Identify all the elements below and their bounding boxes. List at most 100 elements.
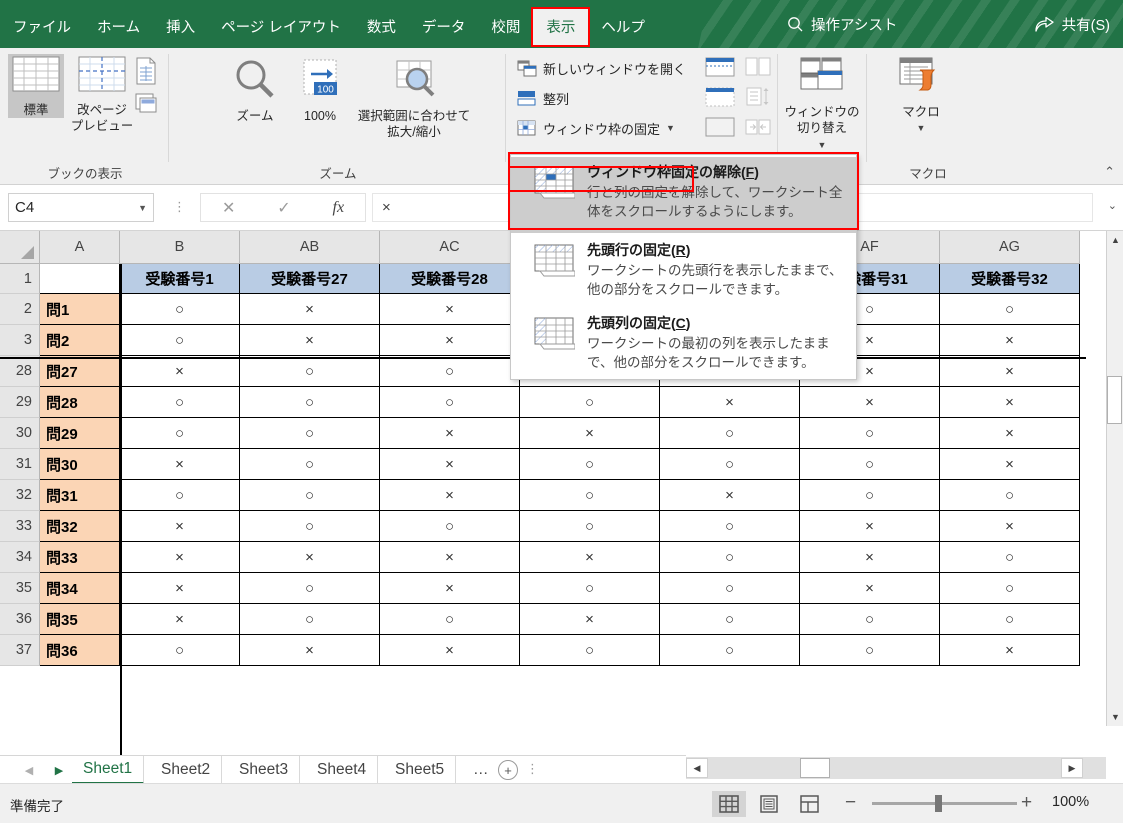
grid-cell-answer[interactable]: ×: [380, 418, 520, 449]
grid-cell-answer[interactable]: ×: [940, 356, 1080, 387]
grid-cell-answer[interactable]: ○: [520, 573, 660, 604]
row-header-28[interactable]: 28: [0, 356, 40, 387]
grid-cell-answer[interactable]: ○: [940, 604, 1080, 635]
grid-cell-answer[interactable]: ×: [120, 511, 240, 542]
grid-cell-answer[interactable]: ×: [940, 635, 1080, 666]
page-layout-view-button[interactable]: [133, 56, 161, 82]
scroll-right-button[interactable]: ▶: [1061, 758, 1083, 778]
normal-view-status-button[interactable]: [712, 791, 746, 817]
zoom-button[interactable]: ズーム: [223, 56, 287, 124]
row-header-36[interactable]: 36: [0, 604, 40, 635]
column-header-B[interactable]: B: [120, 231, 240, 264]
grid-cell-answer[interactable]: ○: [240, 356, 380, 387]
name-box[interactable]: C4 ▼: [8, 193, 154, 222]
page-break-preview-button[interactable]: 改ページプレビュー: [66, 54, 138, 134]
grid-cell-question-label[interactable]: 問33: [40, 542, 120, 573]
sheet-tab-Sheet3[interactable]: Sheet3: [228, 756, 300, 784]
grid-cell-answer[interactable]: ×: [240, 325, 380, 356]
synchronous-scrolling-button[interactable]: [744, 86, 774, 110]
previous-sheet-button[interactable]: ◀: [18, 760, 40, 780]
zoom-slider-handle[interactable]: [935, 795, 942, 812]
grid-cell-question-label[interactable]: 問29: [40, 418, 120, 449]
grid-cell-answer[interactable]: ×: [800, 511, 940, 542]
horizontal-scrollbar[interactable]: ◀ ▶: [686, 757, 1106, 779]
grid-cell-answer[interactable]: ×: [380, 294, 520, 325]
grid-cell-answer[interactable]: ○: [660, 635, 800, 666]
row-header-2[interactable]: 2: [0, 294, 40, 325]
expand-formula-bar-button[interactable]: ⌄: [1108, 199, 1117, 212]
formula-bar-grip[interactable]: ⋮: [173, 199, 186, 215]
grid-cell-question-label[interactable]: 問27: [40, 356, 120, 387]
grid-cell-answer[interactable]: ○: [800, 418, 940, 449]
grid-cell-answer[interactable]: ○: [520, 511, 660, 542]
unhide-window-button[interactable]: [704, 116, 738, 140]
column-header-AB[interactable]: AB: [240, 231, 380, 264]
grid-cell-empty[interactable]: [40, 264, 120, 294]
grid-cell-answer[interactable]: ○: [380, 604, 520, 635]
grid-cell-answer[interactable]: ○: [520, 387, 660, 418]
share-button[interactable]: 共有(S): [1035, 10, 1110, 38]
vertical-scroll-thumb[interactable]: [1107, 376, 1122, 424]
zoom-100-button[interactable]: 100 100%: [289, 56, 351, 124]
ribbon-tab-0[interactable]: ファイル: [0, 8, 84, 46]
arrange-all-button[interactable]: 整列: [514, 86, 572, 110]
add-sheet-button[interactable]: +: [498, 760, 518, 780]
grid-cell-answer[interactable]: ○: [120, 418, 240, 449]
grid-cell-answer[interactable]: ○: [120, 294, 240, 325]
grid-cell-answer[interactable]: ○: [940, 480, 1080, 511]
hide-window-button[interactable]: [704, 86, 738, 110]
ribbon-tab-2[interactable]: 挿入: [153, 8, 208, 46]
cancel-edit-icon[interactable]: ✕: [222, 198, 235, 218]
grid-cell-answer[interactable]: ×: [660, 480, 800, 511]
grid-cell-answer[interactable]: ×: [380, 573, 520, 604]
grid-cell-answer[interactable]: ○: [120, 635, 240, 666]
grid-cell-question-label[interactable]: 問30: [40, 449, 120, 480]
row-header-30[interactable]: 30: [0, 418, 40, 449]
grid-cell-answer[interactable]: ×: [940, 325, 1080, 356]
grid-cell-header[interactable]: 受験番号28: [380, 264, 520, 294]
grid-cell-answer[interactable]: ×: [380, 635, 520, 666]
grid-cell-answer[interactable]: ○: [240, 387, 380, 418]
freeze-menu-item-1[interactable]: 先頭行の固定(R)ワークシートの先頭行を表示したままで、他の部分をスクロールでき…: [511, 235, 856, 308]
grid-cell-answer[interactable]: ○: [660, 511, 800, 542]
grid-cell-answer[interactable]: ○: [660, 573, 800, 604]
grid-cell-question-label[interactable]: 問32: [40, 511, 120, 542]
grid-cell-answer[interactable]: ○: [660, 418, 800, 449]
grid-cell-answer[interactable]: ○: [120, 387, 240, 418]
ribbon-tab-4[interactable]: 数式: [354, 8, 409, 46]
column-header-AC[interactable]: AC: [380, 231, 520, 264]
confirm-edit-icon[interactable]: ✓: [277, 198, 290, 218]
grid-cell-answer[interactable]: ×: [660, 387, 800, 418]
page-layout-status-button[interactable]: [752, 791, 786, 817]
split-button[interactable]: [704, 56, 738, 80]
zoom-out-button[interactable]: −: [845, 794, 856, 812]
grid-cell-answer[interactable]: ○: [380, 356, 520, 387]
grid-cell-answer[interactable]: ×: [240, 542, 380, 573]
grid-cell-answer[interactable]: ○: [660, 449, 800, 480]
grid-cell-answer[interactable]: ×: [520, 418, 660, 449]
grid-cell-question-label[interactable]: 問28: [40, 387, 120, 418]
grid-cell-answer[interactable]: ×: [380, 449, 520, 480]
grid-cell-answer[interactable]: ×: [380, 325, 520, 356]
normal-view-button[interactable]: 標準: [8, 54, 64, 118]
row-header-1[interactable]: 1: [0, 264, 40, 294]
grid-cell-answer[interactable]: ○: [520, 635, 660, 666]
grid-cell-answer[interactable]: ○: [380, 387, 520, 418]
grid-cell-question-label[interactable]: 問1: [40, 294, 120, 325]
insert-function-icon[interactable]: fx: [333, 199, 345, 217]
ribbon-tab-3[interactable]: ページ レイアウト: [208, 8, 354, 46]
switch-windows-button[interactable]: ウィンドウの切り替え ▼: [784, 54, 860, 153]
zoom-to-selection-button[interactable]: 選択範囲に合わせて拡大/縮小: [352, 56, 476, 140]
grid-cell-answer[interactable]: ×: [120, 573, 240, 604]
grid-cell-answer[interactable]: ○: [800, 449, 940, 480]
grid-cell-answer[interactable]: ○: [240, 573, 380, 604]
reset-window-position-button[interactable]: [744, 116, 774, 140]
row-header-33[interactable]: 33: [0, 511, 40, 542]
column-header-AG[interactable]: AG: [940, 231, 1080, 264]
sheet-tabs-overflow[interactable]: …: [462, 756, 500, 784]
tell-me-search[interactable]: 操作アシスト: [787, 10, 897, 38]
grid-cell-answer[interactable]: ×: [520, 542, 660, 573]
grid-cell-answer[interactable]: ×: [120, 604, 240, 635]
grid-cell-answer[interactable]: ×: [800, 542, 940, 573]
grid-cell-question-label[interactable]: 問34: [40, 573, 120, 604]
